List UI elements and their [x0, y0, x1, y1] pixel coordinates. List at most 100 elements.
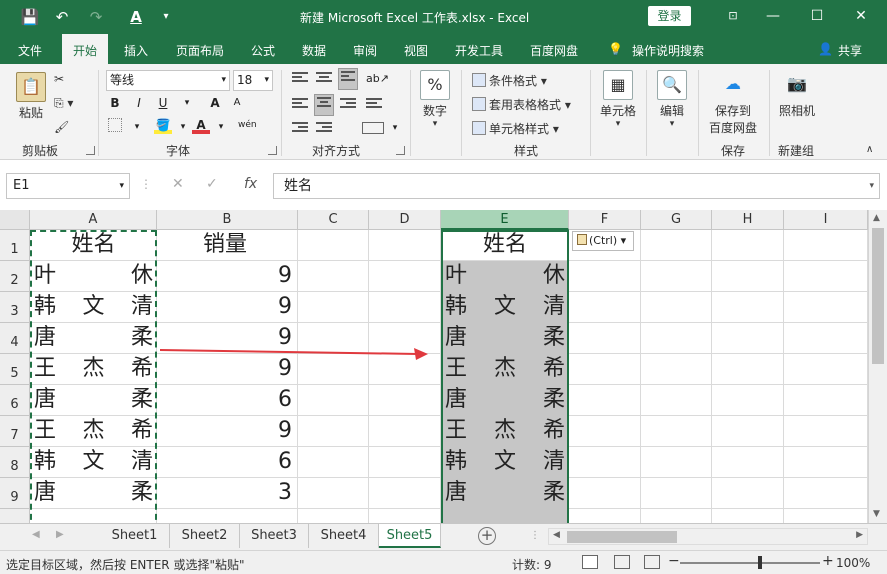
page-layout-view-icon[interactable]: [614, 555, 630, 569]
save-icon[interactable]: 💾: [20, 7, 40, 27]
row-header[interactable]: 6: [0, 385, 30, 416]
zoom-in-icon[interactable]: +: [822, 553, 834, 569]
tab-page-layout[interactable]: 页面布局: [176, 42, 224, 59]
tab-review[interactable]: 审阅: [353, 42, 377, 59]
scroll-thumb[interactable]: [567, 531, 677, 543]
row-header[interactable]: [0, 509, 30, 523]
tab-data[interactable]: 数据: [302, 42, 326, 59]
row-header[interactable]: 3: [0, 292, 30, 323]
undo-icon[interactable]: ↶: [52, 7, 72, 27]
row-header[interactable]: 1: [0, 230, 30, 261]
underline-dropdown-icon[interactable]: ▾: [178, 94, 196, 112]
paste-button[interactable]: 📋 粘贴: [14, 72, 48, 121]
editing-button[interactable]: 🔍 编辑 ▾: [655, 70, 689, 129]
page-break-view-icon[interactable]: [644, 555, 660, 569]
next-sheet-icon[interactable]: ▶: [56, 529, 64, 540]
align-top-icon[interactable]: [292, 72, 308, 86]
align-center-icon[interactable]: [314, 94, 334, 116]
cell[interactable]: 9: [161, 261, 292, 291]
fill-color-icon[interactable]: 🪣: [154, 116, 172, 134]
font-name-select[interactable]: 等线 ▾: [106, 70, 230, 91]
login-button[interactable]: 登录: [648, 6, 691, 26]
column-header-e[interactable]: E: [441, 210, 569, 230]
zoom-out-icon[interactable]: −: [668, 553, 680, 569]
ribbon-display-options-icon[interactable]: ⊡: [718, 5, 748, 27]
shrink-font-button[interactable]: A: [228, 94, 246, 112]
cell[interactable]: 6: [161, 447, 292, 477]
add-sheet-button[interactable]: +: [478, 527, 496, 545]
cell[interactable]: 9: [161, 416, 292, 446]
sheet-tab-sheet3[interactable]: Sheet3: [240, 524, 309, 548]
scroll-up-icon[interactable]: ▲: [873, 213, 880, 223]
increase-indent-icon[interactable]: [316, 122, 332, 136]
tab-baidu-netdisk[interactable]: 百度网盘: [530, 42, 578, 59]
row-header[interactable]: 2: [0, 261, 30, 292]
align-right-icon[interactable]: [340, 98, 356, 112]
spreadsheet-grid[interactable]: ABCDEFGHI 123456789 姓名叶休韩文清唐柔王杰希唐柔王杰希韩文清…: [0, 210, 887, 523]
row-header[interactable]: 8: [0, 447, 30, 478]
fill-color-dropdown-icon[interactable]: ▾: [174, 118, 192, 136]
zoom-level[interactable]: 100%: [836, 556, 870, 570]
borders-dropdown-icon[interactable]: ▾: [128, 118, 146, 136]
wrap-text-icon[interactable]: [366, 98, 382, 112]
cancel-icon[interactable]: ✕: [172, 176, 184, 192]
cell[interactable]: 6: [161, 385, 292, 415]
prev-sheet-icon[interactable]: ◀: [32, 529, 40, 540]
column-header-i[interactable]: I: [784, 210, 868, 230]
save-to-baidu-button[interactable]: ☁ 保存到 百度网盘: [706, 70, 760, 136]
enter-icon[interactable]: ✓: [206, 176, 218, 192]
tab-formulas[interactable]: 公式: [251, 42, 275, 59]
column-header-b[interactable]: B: [157, 210, 298, 230]
scroll-down-icon[interactable]: ▼: [873, 509, 880, 519]
copy-icon[interactable]: ⎘ ▾: [54, 96, 73, 111]
bold-button[interactable]: B: [106, 94, 124, 112]
phonetic-guide-icon[interactable]: wén: [238, 116, 257, 134]
normal-view-icon[interactable]: [582, 555, 598, 569]
align-middle-icon[interactable]: [316, 72, 332, 86]
sheet-tab-sheet1[interactable]: Sheet1: [100, 524, 170, 548]
row-header[interactable]: 9: [0, 478, 30, 509]
tab-split-handle-icon[interactable]: ⋮: [530, 530, 540, 541]
cell[interactable]: 3: [161, 478, 292, 508]
orientation-icon[interactable]: ab↗: [366, 70, 389, 88]
name-box[interactable]: E1 ▾: [6, 173, 130, 199]
cell[interactable]: 9: [161, 292, 292, 322]
format-as-table-button[interactable]: 套用表格格式 ▾: [472, 96, 571, 113]
italic-button[interactable]: I: [130, 94, 148, 112]
font-color-icon[interactable]: A: [192, 116, 210, 134]
scroll-left-icon[interactable]: ◀: [553, 530, 560, 540]
restore-button[interactable]: ☐: [802, 5, 832, 27]
row-header[interactable]: 4: [0, 323, 30, 354]
column-header-g[interactable]: G: [641, 210, 712, 230]
font-dialog-launcher-icon[interactable]: [268, 146, 277, 155]
select-all-corner[interactable]: [0, 210, 30, 230]
vertical-scrollbar[interactable]: ▲ ▼: [868, 210, 887, 523]
number-format-button[interactable]: % 数字 ▾: [418, 70, 452, 129]
column-header-f[interactable]: F: [569, 210, 641, 230]
customize-toolbar-icon[interactable]: ▾: [156, 7, 176, 27]
format-painter-icon[interactable]: 🖌: [54, 120, 69, 134]
camera-button[interactable]: 📷 照相机: [776, 70, 818, 119]
paste-options-button[interactable]: (Ctrl) ▾: [572, 231, 634, 251]
underline-button[interactable]: U: [154, 94, 172, 112]
merge-center-icon[interactable]: [362, 122, 384, 134]
font-color-dropdown-icon[interactable]: ▾: [212, 118, 230, 136]
expand-formula-bar-icon[interactable]: ▾: [869, 174, 874, 198]
row-header[interactable]: 5: [0, 354, 30, 385]
tab-view[interactable]: 视图: [404, 42, 428, 59]
horizontal-scrollbar[interactable]: ◀ ▶: [548, 528, 868, 545]
minimize-button[interactable]: —: [758, 5, 788, 27]
cut-icon[interactable]: ✂: [54, 72, 64, 86]
column-header-d[interactable]: D: [369, 210, 441, 230]
share-button[interactable]: 共享: [838, 42, 862, 59]
column-header-c[interactable]: C: [298, 210, 369, 230]
sheet-tab-sheet5[interactable]: Sheet5: [379, 524, 441, 548]
zoom-slider-knob[interactable]: [758, 556, 762, 569]
close-button[interactable]: ✕: [846, 5, 876, 27]
merge-dropdown-icon[interactable]: ▾: [386, 119, 404, 137]
font-size-select[interactable]: 18 ▾: [233, 70, 273, 91]
tab-insert[interactable]: 插入: [124, 42, 148, 59]
zoom-slider[interactable]: [680, 562, 820, 564]
column-header-a[interactable]: A: [30, 210, 157, 230]
tell-me-search[interactable]: 操作说明搜索: [632, 42, 704, 59]
